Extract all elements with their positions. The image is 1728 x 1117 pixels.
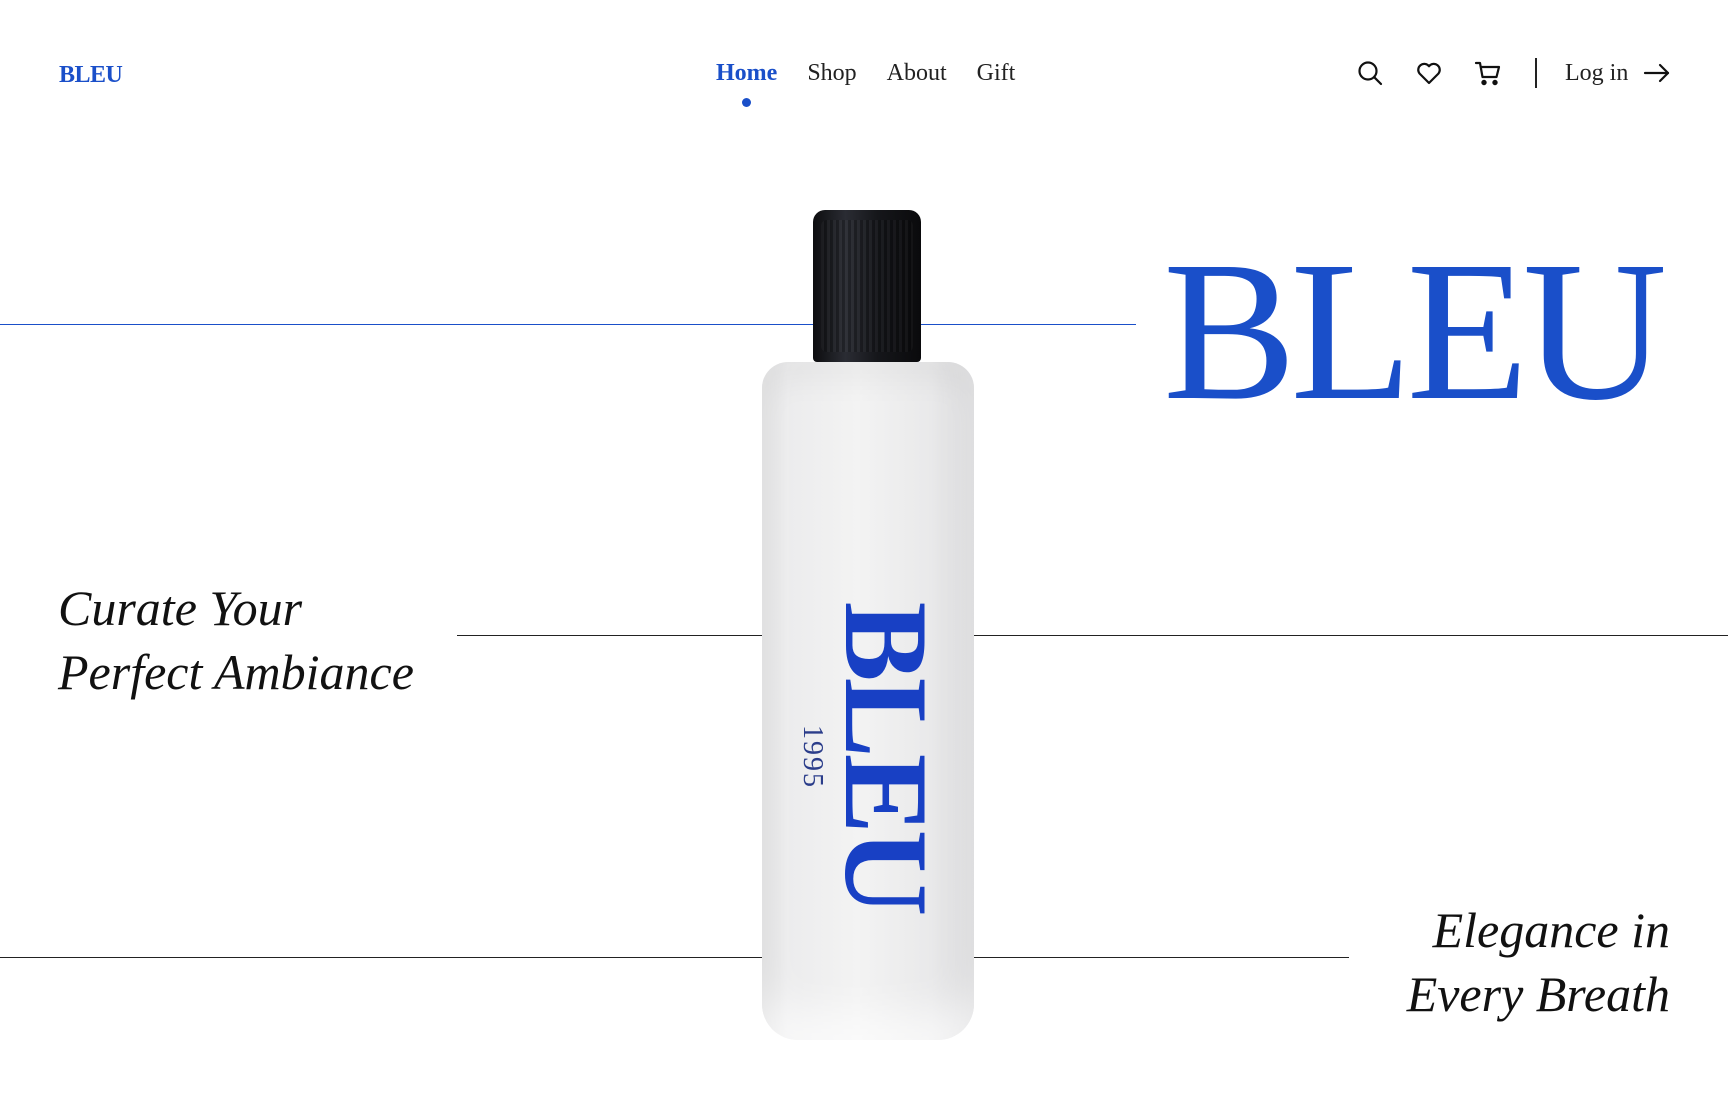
cart-icon[interactable] [1473,58,1503,88]
logo[interactable]: BLEU [59,62,123,89]
nav-gift-label: Gift [976,60,1016,86]
hero-brand-title: BLEU [1163,221,1667,442]
nav-gift[interactable]: Gift [977,60,1016,87]
tagline-right: Elegance in Every Breath [1407,898,1670,1026]
bottom-divider-line [0,957,1349,958]
tagline-left-line-2: Perfect Ambiance [58,644,414,700]
bottle-label: BLEU 1995 [796,601,953,913]
tagline-right-line-1: Elegance in [1432,902,1670,958]
nav-about-label: About [886,60,947,86]
search-icon[interactable] [1355,58,1385,88]
tagline-left-line-1: Curate Your [58,580,303,636]
nav-about[interactable]: About [887,60,947,87]
arrow-right-icon [1642,58,1672,88]
main-nav: Home Shop About Gift [716,60,1016,107]
bottle-cap [813,210,921,362]
header-actions: Log in [1355,58,1672,88]
nav-shop[interactable]: Shop [807,60,856,87]
nav-home[interactable]: Home [716,60,778,107]
tagline-left: Curate Your Perfect Ambiance [58,576,414,704]
login-label: Log in [1565,59,1629,86]
active-indicator-dot [742,98,752,107]
nav-home-label: Home [716,60,778,86]
login-link[interactable]: Log in [1565,58,1672,88]
tagline-right-line-2: Every Breath [1406,966,1670,1022]
middle-divider-line [457,635,1728,636]
perfume-bottle-image: BLEU 1995 [762,210,974,1040]
bottle-label-brand: BLEU [820,601,953,913]
bottle-glass: BLEU 1995 [762,362,974,1040]
header-divider [1535,58,1537,88]
nav-shop-label: Shop [807,60,857,86]
heart-icon[interactable] [1414,58,1444,88]
